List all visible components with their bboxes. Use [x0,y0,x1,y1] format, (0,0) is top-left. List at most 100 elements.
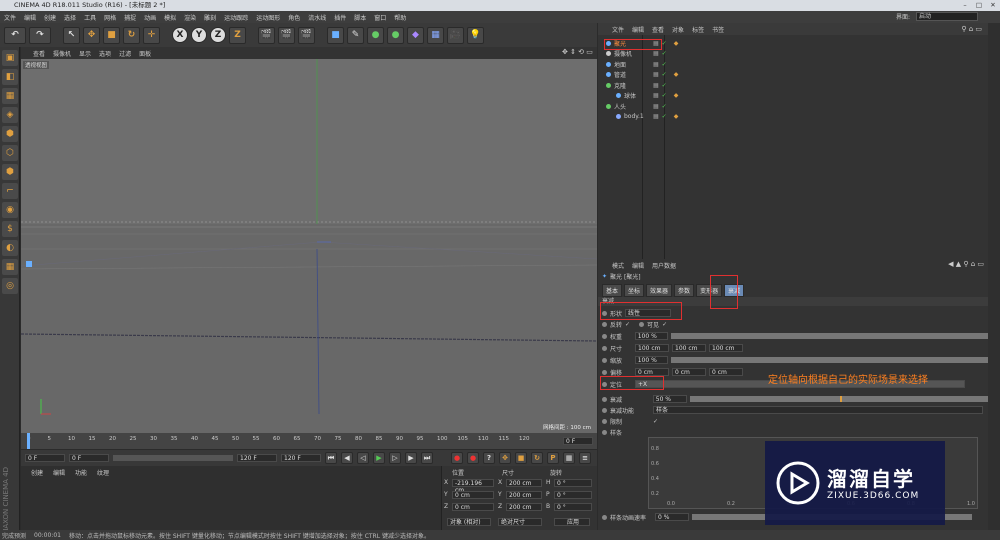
key-param-icon[interactable]: P [547,452,559,464]
timeline-frame-field[interactable]: 0 F [563,437,593,445]
visibility-toggle-icon[interactable]: ▦ [653,50,659,57]
transform-icon[interactable]: ✛ [143,26,160,44]
visibility-toggle-icon[interactable]: ▦ [653,103,659,110]
axis-z-button[interactable]: Z [210,27,226,43]
key-scale-icon[interactable]: ■ [515,452,527,464]
offset-x-field[interactable]: 0 cm [635,368,669,376]
offset-z-field[interactable]: 0 cm [709,368,743,376]
key-pla-icon[interactable]: ▦ [563,452,575,464]
size-x-field[interactable]: 100 cm [635,344,669,352]
falloff-field[interactable]: 50 % [652,395,687,403]
frame-range-slider[interactable] [113,455,233,461]
current-frame-field[interactable]: 0 F [69,454,109,462]
falloff-slider[interactable] [689,396,988,402]
scale-field[interactable]: 100 % [634,356,669,364]
attribute-tab[interactable]: 参数 [674,284,695,297]
next-frame-icon[interactable]: ▷ [389,452,401,464]
object-row[interactable]: 管道 ▦ ✓ ◆ [598,70,988,81]
object-menu-item[interactable]: 编辑 [632,25,644,34]
object-row[interactable]: body.1 ▦ ✓ ◆ [598,112,988,123]
menu-item[interactable]: 渲染 [184,13,196,22]
key-selection-icon[interactable]: ? [483,452,495,464]
timeline-playhead[interactable] [27,433,30,449]
enabled-check-icon[interactable]: ✓ [662,103,667,110]
menu-item[interactable]: 动画 [144,13,156,22]
prev-key-icon[interactable]: ◀ [341,452,353,464]
coord-size[interactable]: 200 cm [506,479,542,487]
timeline-ruler[interactable]: 0510152025303540455055606570758085909510… [21,433,597,449]
tag-icon[interactable]: ◆ [674,71,679,78]
play-icon[interactable]: ▶ [373,452,385,464]
size-mode-select[interactable]: 绝对尺寸 [498,518,542,526]
visibility-toggle-icon[interactable]: ▦ [653,113,659,120]
coord-pos[interactable]: 0 cm [452,491,494,499]
redo-icon[interactable]: ↷ [29,26,51,44]
tag-icon[interactable]: ◆ [674,40,679,47]
record-key-icon[interactable]: ● [451,452,463,464]
perspective-viewport[interactable]: 透视视图 网格间距 : 100 cm [21,59,597,433]
menu-item[interactable]: 插件 [334,13,346,22]
object-row[interactable]: 摄像机 ▦ ✓ [598,49,988,60]
object-menu-item[interactable]: 书签 [712,25,724,34]
attribute-menu-item[interactable]: 模式 [612,261,624,270]
enabled-check-icon[interactable]: ✓ [662,61,667,68]
render-view-icon[interactable]: 🎬 [258,26,275,44]
array-icon[interactable]: ● [387,26,404,44]
end-frame-field[interactable]: 120 F [237,454,277,462]
object-row[interactable]: 克隆 ▦ ✓ [598,80,988,91]
object-row[interactable]: 地面 ▦ ✓ [598,59,988,70]
menu-item[interactable]: 选择 [64,13,76,22]
enabled-check-icon[interactable]: ✓ [662,113,667,120]
object-menu-item[interactable]: 对象 [672,25,684,34]
menu-item[interactable]: 文件 [4,13,16,22]
minimize-icon[interactable]: – [958,0,972,11]
tag-icon[interactable]: ◆ [674,113,679,120]
coord-mode-select[interactable]: 对象 (相对) [447,518,491,526]
goto-end-icon[interactable]: ⏭ [421,452,433,464]
coord-pos[interactable]: 0 cm [452,503,494,511]
object-row[interactable]: 人头 ▦ ✓ [598,101,988,112]
tag-icon[interactable]: ◆ [674,92,679,99]
scale-slider[interactable] [671,357,989,363]
viewport-menu-item[interactable]: 显示 [79,49,91,58]
enabled-check-icon[interactable]: ✓ [662,50,667,57]
enabled-check-icon[interactable]: ✓ [662,40,667,47]
goto-start-icon[interactable]: ⏮ [325,452,337,464]
attribute-tab[interactable]: 基本 [602,284,623,297]
viewport-menu-item[interactable]: 摄像机 [53,49,71,58]
timeline-menu-icon[interactable]: ≡ [579,452,591,464]
lock-icon[interactable]: ◎ [2,278,18,294]
move-icon[interactable]: ✥ [83,26,100,44]
scale-icon[interactable]: ■ [103,26,120,44]
size-y-field[interactable]: 100 cm [672,344,706,352]
menu-item[interactable]: 脚本 [354,13,366,22]
menu-item[interactable]: 工具 [84,13,96,22]
render-picture-icon[interactable]: 🎬 [278,26,295,44]
texture-mode-icon[interactable]: ▦ [2,88,18,104]
coord-size[interactable]: 200 cm [506,503,542,511]
spline-pen-icon[interactable]: ✎ [347,26,364,44]
apply-button[interactable]: 应用 [554,518,590,526]
rotate-icon[interactable]: ↻ [123,26,140,44]
material-menu-item[interactable]: 功能 [75,468,87,477]
weight-slider[interactable] [671,333,989,339]
undo-icon[interactable]: ↶ [4,26,26,44]
auto-key-icon[interactable]: ● [467,452,479,464]
menu-item[interactable]: 流水线 [308,13,326,22]
menu-item[interactable]: 雕刻 [204,13,216,22]
viewport-menu-item[interactable]: 面板 [139,49,151,58]
deformer-icon[interactable]: ◆ [407,26,424,44]
attribute-tab[interactable]: 坐标 [624,284,645,297]
menu-item[interactable]: 创建 [44,13,56,22]
falloff-function-select[interactable]: 样条 [653,406,983,414]
attribute-tab[interactable]: 效果器 [646,284,673,297]
cube-icon[interactable]: ■ [327,26,344,44]
menu-item[interactable]: 帮助 [394,13,406,22]
viewport-menu-item[interactable]: 过滤 [119,49,131,58]
object-menu-item[interactable]: 标签 [692,25,704,34]
visibility-toggle-icon[interactable]: ▦ [653,71,659,78]
light-icon[interactable]: 💡 [467,26,484,44]
model-mode-icon[interactable]: ◧ [2,69,18,85]
menu-item[interactable]: 捕捉 [124,13,136,22]
preview-end-field[interactable]: 120 F [281,454,321,462]
